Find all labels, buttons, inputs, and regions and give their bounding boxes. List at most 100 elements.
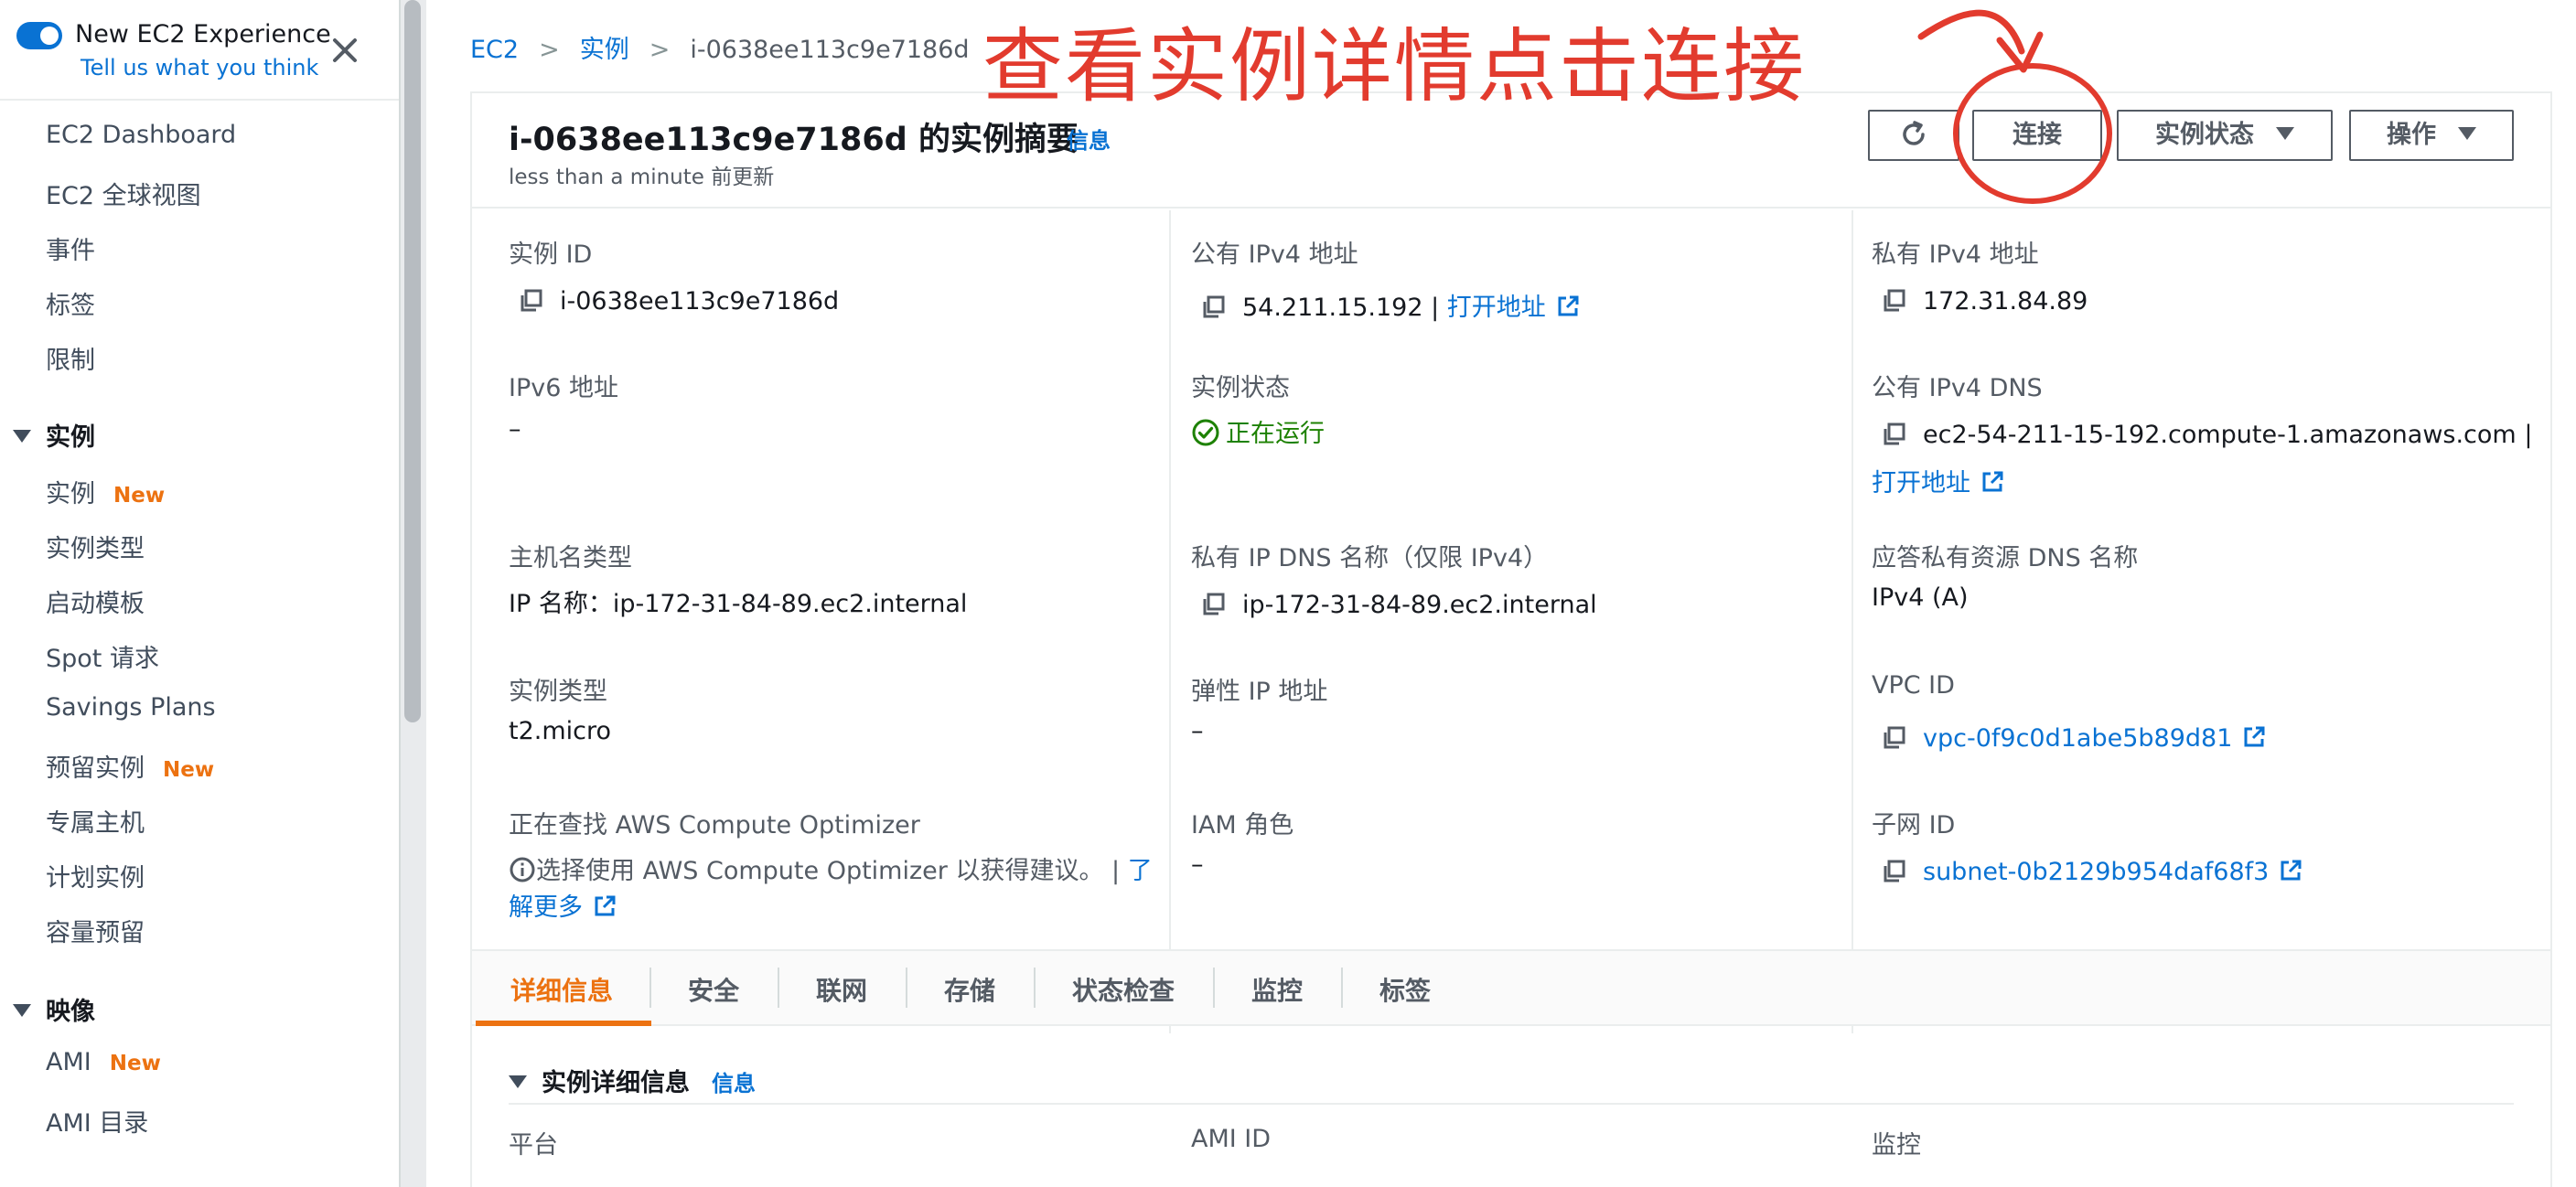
divider (509, 1103, 2514, 1105)
breadcrumb-ec2[interactable]: EC2 (470, 36, 519, 64)
compute-optimizer-label: 正在查找 AWS Compute Optimizer (509, 811, 920, 839)
nav-ami-catalog[interactable]: AMI 目录 (46, 1103, 148, 1139)
copy-icon[interactable] (1881, 859, 1906, 884)
caret-down-icon (13, 429, 31, 443)
tab-status-checks[interactable]: 状态检查 (1072, 971, 1175, 1008)
connect-button[interactable]: 连接 (1972, 110, 2102, 161)
nav-reserved-instances[interactable]: 预留实例 New (46, 748, 214, 784)
caret-down-icon (2458, 126, 2476, 140)
vpc-id-value: vpc-0f9c0d1abe5b89d81 (1881, 724, 2267, 753)
nav-scheduled-instances[interactable]: 计划实例 (46, 858, 145, 893)
instance-state-value: 正在运行 (1191, 413, 1325, 450)
external-link-icon[interactable] (2278, 858, 2303, 883)
nav-ami[interactable]: AMI New (46, 1048, 161, 1076)
public-dns-open-address[interactable]: 打开地址 (1872, 463, 2005, 498)
nav-dedicated-hosts[interactable]: 专属主机 (46, 803, 145, 839)
column-divider (1169, 210, 1171, 1033)
elastic-ip-label: 弹性 IP 地址 (1191, 678, 1328, 706)
copy-icon[interactable] (1881, 288, 1906, 314)
nav-instances[interactable]: 实例 New (46, 474, 165, 509)
hostname-type-label: 主机名类型 (509, 544, 632, 572)
refresh-button[interactable] (1868, 110, 1959, 161)
instance-details-header[interactable]: 实例详细信息 信息 (509, 1063, 756, 1098)
info-link[interactable]: 信息 (712, 1071, 756, 1096)
annotation-text: 查看实例详情点击连接 (982, 19, 1807, 113)
tab-divider (778, 968, 779, 1008)
breadcrumb-instances[interactable]: 实例 (580, 36, 629, 64)
chevron-right-icon: > (649, 36, 671, 64)
nav-section-images[interactable]: 映像 (13, 991, 95, 1027)
hostname-type-value: IP 名称：ip-172-31-84-89.ec2.internal (509, 590, 968, 618)
nav-capacity-reservations[interactable]: 容量预留 (46, 913, 145, 948)
external-link-icon[interactable] (1555, 294, 1581, 319)
copy-icon[interactable] (1881, 725, 1906, 751)
nav-events[interactable]: 事件 (46, 230, 95, 266)
nav-savings-plans[interactable]: Savings Plans (46, 693, 216, 722)
tab-networking[interactable]: 联网 (816, 971, 867, 1008)
open-address-link: 打开地址 (1872, 469, 1970, 497)
info-link[interactable]: 信息 (1067, 123, 1111, 155)
annotation-arrow (1917, 9, 2025, 55)
ipv6-value: – (509, 415, 521, 444)
compute-optimizer-text: 选择使用 AWS Compute Optimizer 以获得建议。 | 了 (509, 850, 1153, 886)
caret-down-icon (2276, 126, 2294, 140)
instance-details-title: 实例详细信息 (542, 1069, 690, 1097)
learn-more-link[interactable]: 解更多 (509, 887, 617, 923)
learn-more-link-start[interactable]: 了 (1128, 857, 1153, 885)
new-experience-toggle[interactable] (16, 22, 62, 49)
copy-icon[interactable] (1200, 294, 1226, 320)
page-title: i-0638ee113c9e7186d 的实例摘要 (509, 122, 1079, 158)
nav-item-label: 预留实例 (46, 754, 145, 783)
external-link-icon (1982, 471, 2003, 491)
public-dns-text: ec2-54-211-15-192.compute-1.amazonaws.co… (1923, 421, 2517, 449)
sidebar-scrollbar-thumb[interactable] (404, 0, 421, 722)
nav-section-label: 实例 (46, 423, 95, 452)
nav-section-label: 映像 (46, 998, 95, 1026)
status-text: 正在运行 (1226, 420, 1325, 448)
copy-icon[interactable] (1200, 592, 1226, 617)
active-tab-indicator (476, 1021, 651, 1026)
nav-tags[interactable]: 标签 (46, 285, 95, 321)
tab-tags[interactable]: 标签 (1379, 971, 1431, 1008)
tab-storage[interactable]: 存储 (944, 971, 995, 1008)
public-dns-value: ec2-54-211-15-192.compute-1.amazonaws.co… (1881, 421, 2532, 449)
private-ipv4-text: 172.31.84.89 (1923, 287, 2088, 315)
nav-limits[interactable]: 限制 (46, 340, 95, 376)
subnet-id-label: 子网 ID (1872, 811, 1956, 839)
open-address-link[interactable]: 打开地址 (1447, 294, 1546, 322)
feedback-link[interactable]: Tell us what you think (80, 55, 318, 80)
breadcrumb-current: i-0638ee113c9e7186d (690, 36, 970, 64)
new-badge: New (113, 484, 166, 508)
vpc-id-label: VPC ID (1872, 671, 1955, 700)
subnet-id-value: subnet-0b2129b954daf68f3 (1881, 858, 2303, 886)
annotation-arrowhead (1996, 31, 2044, 73)
instance-state-dropdown[interactable]: 实例状态 (2117, 110, 2333, 161)
instance-type-label: 实例类型 (509, 678, 607, 706)
nav-ec2-global-view[interactable]: EC2 全球视图 (46, 176, 201, 211)
chevron-right-icon: > (539, 36, 560, 64)
tab-details[interactable]: 详细信息 (510, 971, 613, 1008)
nav-ec2-dashboard[interactable]: EC2 Dashboard (46, 121, 236, 149)
actions-dropdown[interactable]: 操作 (2349, 110, 2514, 161)
tab-monitoring[interactable]: 监控 (1251, 971, 1303, 1008)
new-experience-toggle-row: New EC2 Experience Tell us what you thin… (0, 0, 399, 101)
copy-icon[interactable] (518, 288, 543, 314)
tab-divider (906, 968, 907, 1008)
optimizer-message: 选择使用 AWS Compute Optimizer 以获得建议。 | (536, 857, 1121, 885)
nav-instance-types[interactable]: 实例类型 (46, 529, 145, 564)
vpc-id-link[interactable]: vpc-0f9c0d1abe5b89d81 (1923, 724, 2232, 753)
public-ipv4-label: 公有 IPv4 地址 (1191, 241, 1358, 269)
instance-state-label: 实例状态 (2155, 121, 2254, 149)
nav-launch-templates[interactable]: 启动模板 (46, 583, 145, 619)
external-link-icon[interactable] (2241, 724, 2267, 750)
close-icon[interactable] (329, 35, 360, 66)
nav-spot-requests[interactable]: Spot 请求 (46, 638, 159, 674)
copy-icon[interactable] (1881, 422, 1906, 447)
tab-security[interactable]: 安全 (688, 971, 739, 1008)
private-ipv4-label: 私有 IPv4 地址 (1872, 241, 2039, 269)
subnet-id-link[interactable]: subnet-0b2129b954daf68f3 (1923, 858, 2269, 886)
nav-section-instances[interactable]: 实例 (13, 417, 95, 453)
monitoring-label: 监控 (1872, 1131, 1921, 1160)
answer-dns-label: 应答私有资源 DNS 名称 (1872, 544, 2139, 572)
actions-label: 操作 (2387, 121, 2436, 149)
